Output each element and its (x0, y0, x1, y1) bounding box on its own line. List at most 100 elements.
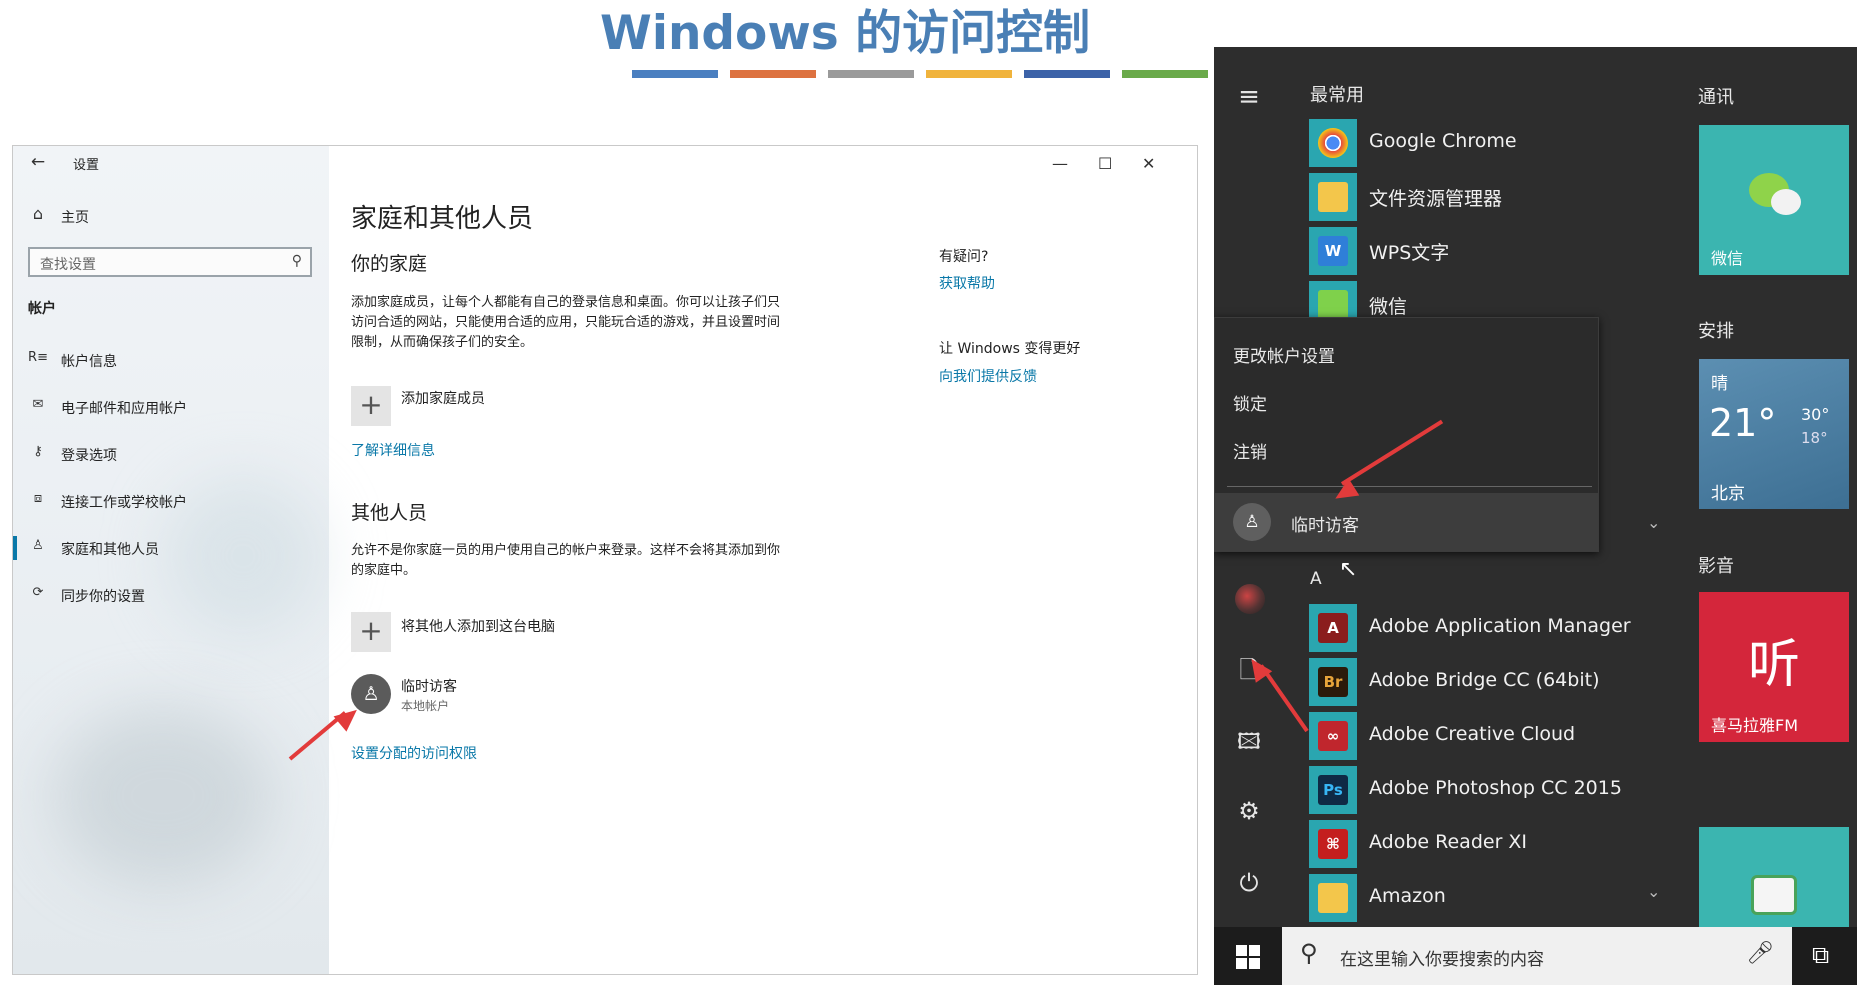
title-color-bar (926, 70, 1012, 78)
nav-item-label: 电子邮件和应用帐户 (61, 401, 187, 417)
taskbar-search-box[interactable]: ⚲ 在这里输入你要搜索的内容 🎤︎ (1282, 927, 1792, 985)
add-other-user-button[interactable]: + (351, 612, 391, 652)
letter-a-header[interactable]: A (1310, 569, 1322, 589)
nav-item-label: 帐户信息 (61, 354, 117, 370)
mouse-cursor-icon: ↖ (1339, 557, 1358, 582)
task-view-icon[interactable]: ⧉ (1812, 941, 1829, 969)
sync-icon: ⟳ (32, 585, 44, 600)
weather-low: 18° (1801, 429, 1828, 447)
expand-chevron-icon[interactable]: ⌄ (1647, 882, 1660, 901)
plus-icon: + (359, 614, 383, 647)
ximalaya-icon: 听 (1747, 635, 1800, 695)
app-label: Adobe Bridge CC (64bit) (1369, 669, 1600, 691)
wechat-icon (1771, 189, 1801, 215)
nav-item-label: 同步你的设置 (61, 589, 145, 605)
nav-item[interactable]: ⚷ 登录选项 (13, 436, 329, 472)
add-other-user-label[interactable]: 将其他人添加到这台电脑 (401, 616, 555, 636)
back-arrow-icon[interactable]: ← (28, 152, 48, 172)
chrome-icon (1309, 119, 1357, 167)
app-label: Adobe Application Manager (1369, 615, 1631, 637)
search-placeholder: 查找设置 (40, 257, 96, 273)
amazon-icon (1309, 874, 1357, 922)
expand-chevron-icon[interactable]: ⌄ (1647, 513, 1660, 532)
sign-out-item[interactable]: 注销 (1233, 438, 1267, 463)
nav-item[interactable]: ♙ 家庭和其他人员 (13, 530, 329, 566)
app-list-item[interactable]: A Adobe Application Manager (1309, 604, 1631, 654)
title-color-bar (730, 70, 816, 78)
hamburger-menu-icon[interactable]: ≡ (1234, 82, 1264, 112)
person-icon: ♙ (1244, 512, 1260, 532)
maximize-button[interactable]: ☐ (1098, 154, 1112, 173)
user-account-type: 本地帐户 (401, 699, 450, 713)
settings-gear-icon[interactable]: ⚙ (1234, 797, 1264, 825)
add-family-button[interactable]: + (351, 386, 391, 426)
most-used-app[interactable]: 文件资源管理器 (1309, 173, 1629, 223)
nav-item-label: 家庭和其他人员 (61, 542, 159, 558)
search-icon: ⚲ (1300, 939, 1318, 967)
pictures-icon[interactable]: 🖾 (1234, 725, 1264, 763)
title-color-bar (1122, 70, 1208, 78)
user-name[interactable]: 临时访客 (401, 676, 457, 696)
app-list-item[interactable]: Ps Adobe Photoshop CC 2015 (1309, 766, 1629, 816)
wechat-tile[interactable]: 微信 (1699, 125, 1849, 275)
feedback-link[interactable]: 向我们提供反馈 (939, 366, 1037, 386)
taskbar-search-placeholder: 在这里输入你要搜索的内容 (1340, 950, 1544, 970)
user-avatar-icon[interactable] (1235, 584, 1265, 614)
briefcase-icon: ⧈ (33, 491, 43, 506)
nav-item[interactable]: ⧈ 连接工作或学校帐户 (13, 483, 329, 519)
nav-item[interactable]: ⟳ 同步你的设置 (13, 577, 329, 613)
app-list-item[interactable]: ∞ Adobe Creative Cloud (1309, 712, 1629, 762)
minimize-button[interactable]: — (1052, 154, 1068, 173)
plus-icon: + (359, 388, 383, 421)
app-tile[interactable] (1699, 827, 1849, 927)
divider (1227, 486, 1592, 487)
most-used-app[interactable]: Google Chrome (1309, 119, 1629, 169)
account-user-row[interactable]: ♙ 临时访客 (1215, 493, 1598, 551)
most-used-app[interactable]: W WPS文字 (1309, 227, 1629, 277)
app-label: WPS文字 (1369, 242, 1450, 264)
change-account-settings[interactable]: 更改帐户设置 (1233, 342, 1335, 367)
weather-tile[interactable]: 晴 21° 30° 18° 北京 (1699, 359, 1849, 509)
ximalaya-tile-label: 喜马拉雅FM (1711, 716, 1799, 735)
app-label: Adobe Photoshop CC 2015 (1369, 777, 1622, 799)
photoshop-icon: Ps (1309, 766, 1357, 814)
app-list-item[interactable]: ⌘ Adobe Reader XI (1309, 820, 1629, 870)
search-icon[interactable]: ⚲ (292, 253, 302, 269)
ximalaya-tile[interactable]: 听 喜马拉雅FM (1699, 592, 1849, 742)
app-label: Google Chrome (1369, 130, 1517, 152)
power-icon[interactable]: ⏻ (1234, 869, 1264, 897)
app-label: Adobe Creative Cloud (1369, 723, 1576, 745)
wps-icon: W (1309, 227, 1357, 275)
assigned-access-link[interactable]: 设置分配的访问权限 (351, 743, 477, 763)
weather-temperature: 21° (1709, 401, 1777, 445)
key-icon: ⚷ (33, 444, 43, 459)
nav-item[interactable]: R≡ 帐户信息 (13, 342, 329, 378)
schedule-heading: 安排 (1698, 321, 1734, 342)
taskbar: ⚲ 在这里输入你要搜索的内容 🎤︎ ⧉ (1214, 927, 1857, 985)
microphone-icon[interactable]: 🎤︎ (1746, 941, 1774, 966)
home-icon[interactable]: ⌂ (28, 204, 48, 223)
user-avatar: ♙ (1233, 503, 1271, 541)
account-menu-popup: 更改帐户设置 锁定注销 ♙ 临时访客 (1214, 317, 1599, 552)
adobe-cc-icon: ∞ (1309, 712, 1357, 760)
windows-start-icon[interactable] (1236, 945, 1260, 969)
get-help-link[interactable]: 获取帮助 (939, 273, 995, 293)
start-menu: ≡ 🗋 🖾 ⚙ ⏻ 最常用 Google Chrome 文件资源管理器 W WPS文字… (1214, 47, 1857, 985)
account-user-name: 临时访客 (1291, 516, 1359, 536)
settings-search-input[interactable]: 查找设置 ⚲ (28, 247, 312, 277)
mail-icon: ✉ (32, 397, 44, 412)
nav-item[interactable]: ✉ 电子邮件和应用帐户 (13, 389, 329, 425)
nav-home[interactable]: 主页 (61, 207, 89, 227)
weather-city: 北京 (1711, 484, 1745, 504)
learn-more-link[interactable]: 了解详细信息 (351, 440, 435, 460)
app-list-item[interactable]: Br Adobe Bridge CC (64bit) (1309, 658, 1629, 708)
user-avatar[interactable]: ♙ (351, 674, 391, 714)
others-heading: 其他人员 (351, 502, 428, 524)
wechat-tile-label: 微信 (1711, 249, 1744, 268)
folder-icon (1309, 173, 1357, 221)
lock-item[interactable]: 锁定 (1233, 390, 1267, 415)
add-family-label[interactable]: 添加家庭成员 (401, 388, 485, 408)
close-button[interactable]: ✕ (1142, 154, 1155, 173)
app-list-item[interactable]: Amazon (1309, 874, 1629, 924)
page-title: 家庭和其他人员 (351, 204, 534, 234)
